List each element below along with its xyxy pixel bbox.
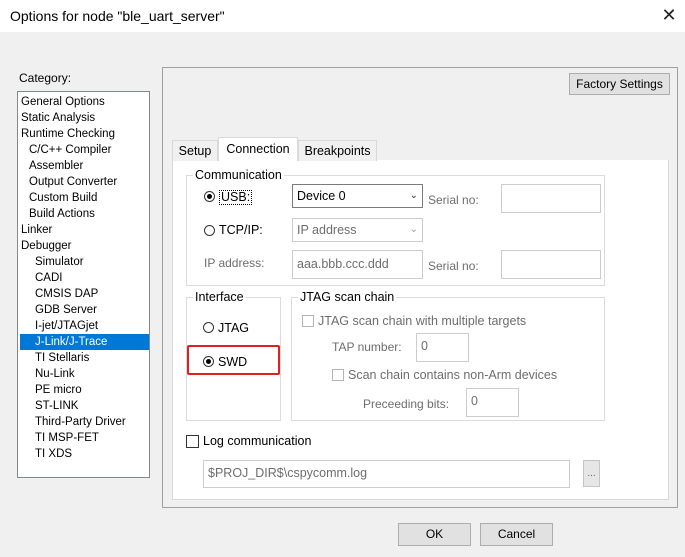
category-item[interactable]: I-jet/JTAGjet (20, 318, 149, 334)
category-item[interactable]: GDB Server (20, 302, 149, 318)
tap-number-label: TAP number: (332, 340, 402, 354)
log-communication-checkbox[interactable] (186, 435, 199, 448)
jtag-label[interactable]: JTAG (218, 321, 249, 335)
serial-label: Serial no: (428, 193, 479, 207)
ip-address-input[interactable]: aaa.bbb.ccc.ddd (292, 250, 423, 279)
category-item[interactable]: Output Converter (20, 174, 149, 190)
serial-input-usb[interactable] (501, 184, 601, 213)
tab-breakpoints[interactable]: Breakpoints (298, 140, 377, 161)
close-icon[interactable]: ✕ (658, 4, 680, 26)
preceding-bits-label: Preceeding bits: (363, 397, 450, 411)
window-title: Options for node "ble_uart_server" (10, 8, 225, 24)
tcpip-mode-value: IP address (297, 223, 357, 237)
category-item[interactable]: ST-LINK (20, 398, 149, 414)
category-item[interactable]: CADI (20, 270, 149, 286)
category-item[interactable]: PE micro (20, 382, 149, 398)
category-item[interactable]: Debugger (20, 238, 149, 254)
usb-label[interactable]: USB: (219, 190, 253, 205)
log-communication-label[interactable]: Log communication (203, 434, 311, 448)
tcpip-radio[interactable] (204, 225, 215, 236)
preceding-bits-input[interactable]: 0 (466, 388, 519, 417)
category-item[interactable]: TI MSP-FET (20, 430, 149, 446)
interface-legend: Interface (193, 290, 246, 304)
category-list[interactable]: General Options Static Analysis Runtime Ch… (17, 91, 150, 478)
category-item[interactable]: Assembler (20, 158, 149, 174)
category-item[interactable]: Static Analysis (20, 110, 149, 126)
ok-button[interactable]: OK (398, 523, 471, 546)
communication-legend: Communication (193, 168, 284, 182)
usb-device-value: Device 0 (297, 189, 346, 203)
category-item[interactable]: Runtime Checking (20, 126, 149, 142)
tab-setup[interactable]: Setup (172, 140, 218, 161)
category-item[interactable]: Third-Party Driver (20, 414, 149, 430)
jtag-scan-chain-legend: JTAG scan chain (298, 290, 397, 304)
category-item[interactable]: Simulator (20, 254, 149, 270)
tap-number-input[interactable]: 0 (416, 333, 469, 362)
tcpip-label[interactable]: TCP/IP: (219, 223, 263, 237)
category-item[interactable]: CMSIS DAP (20, 286, 149, 302)
non-arm-checkbox[interactable] (332, 369, 344, 381)
serial-label-tcp: Serial no: (428, 259, 479, 273)
multi-targets-checkbox[interactable] (302, 315, 314, 327)
category-item[interactable]: C/C++ Compiler (20, 142, 149, 158)
category-item[interactable]: TI XDS (20, 446, 149, 462)
swd-highlight-box (187, 345, 280, 375)
category-item[interactable]: Linker (20, 222, 149, 238)
category-item[interactable]: General Options (20, 94, 149, 110)
category-item[interactable]: TI Stellaris (20, 350, 149, 366)
chevron-down-icon: ⌄ (409, 190, 418, 201)
category-item[interactable]: Nu-Link (20, 366, 149, 382)
usb-device-select[interactable]: Device 0 ⌄ (292, 184, 423, 208)
non-arm-label: Scan chain contains non-Arm devices (348, 368, 558, 382)
category-item[interactable]: J-Link/J-Trace (20, 334, 149, 350)
usb-radio[interactable] (204, 191, 215, 202)
category-label: Category: (19, 71, 72, 85)
tab-connection[interactable]: Connection (218, 137, 298, 161)
category-item[interactable]: Custom Build (20, 190, 149, 206)
category-item[interactable]: Build Actions (20, 206, 149, 222)
jtag-radio[interactable] (203, 322, 214, 333)
factory-settings-button[interactable]: Factory Settings (569, 73, 670, 95)
tcpip-mode-select[interactable]: IP address ⌄ (292, 218, 423, 242)
serial-input-tcp[interactable] (501, 250, 601, 279)
ip-address-label: IP address: (204, 256, 265, 270)
browse-button[interactable]: ... (583, 460, 600, 487)
log-path-input[interactable]: $PROJ_DIR$\cspycomm.log (203, 460, 570, 488)
chevron-down-icon: ⌄ (409, 224, 418, 235)
multi-targets-label: JTAG scan chain with multiple targets (318, 314, 527, 328)
cancel-button[interactable]: Cancel (480, 523, 553, 546)
